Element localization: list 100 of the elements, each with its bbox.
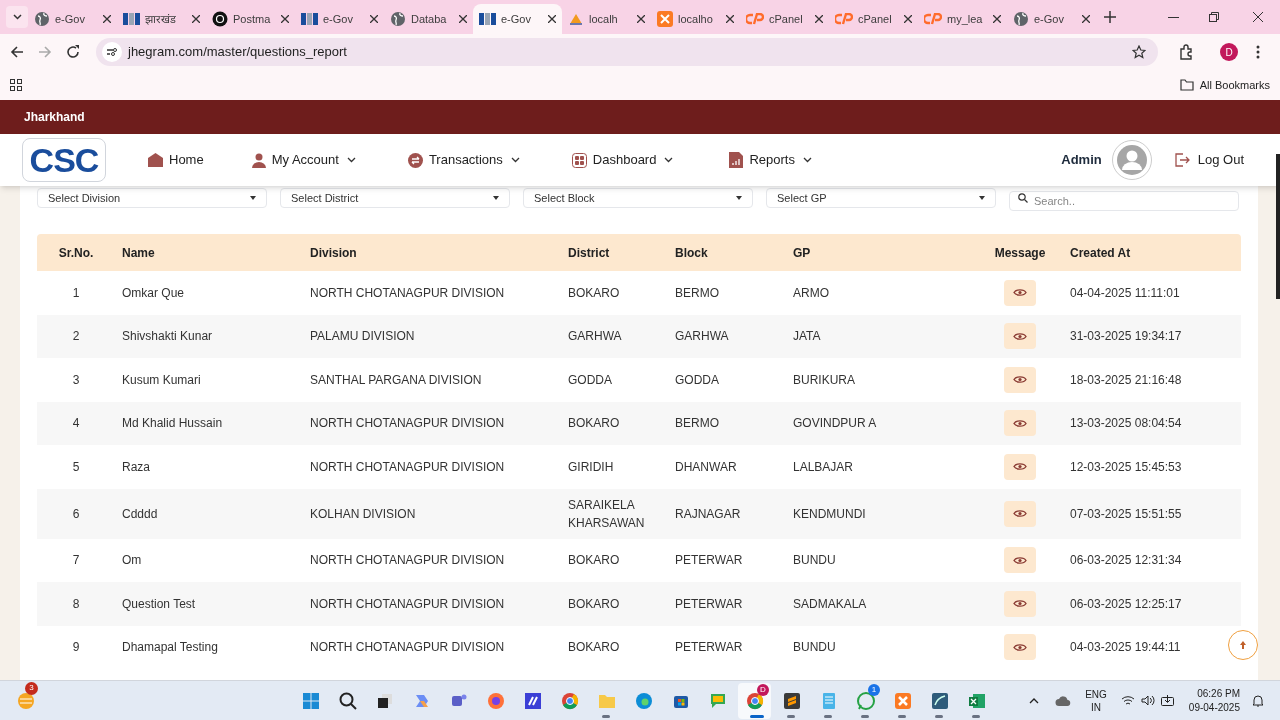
taskbar-app[interactable]: 1 [849, 682, 882, 719]
close-icon[interactable] [993, 15, 1001, 23]
language-text[interactable]: ENG [1085, 687, 1107, 701]
table-cell: Md Khalid Hussain [122, 416, 223, 431]
table-cell: 12-03-2025 15:45:53 [1070, 459, 1182, 474]
close-icon[interactable] [281, 15, 289, 23]
profile-avatar[interactable]: D [1220, 43, 1238, 61]
eye-icon [1013, 288, 1027, 298]
browser-tab[interactable]: e-Gov [1007, 4, 1096, 34]
reload-icon[interactable] [66, 45, 80, 59]
nav-link[interactable]: My Account [251, 150, 356, 170]
scrollbar-thumb[interactable] [1276, 154, 1280, 299]
clock-date[interactable]: 09-04-2025 [1188, 700, 1240, 715]
taskbar-app[interactable]: D [738, 682, 771, 719]
browser-tab[interactable]: e-Gov [473, 4, 562, 34]
table-cell: GODDA [675, 372, 719, 387]
view-message-button[interactable] [1004, 366, 1036, 393]
filter-dropdown[interactable]: Select Division [37, 188, 267, 208]
speaker-icon[interactable] [1140, 695, 1155, 706]
notification-badge: D [757, 683, 769, 696]
search-icon [1018, 193, 1028, 203]
nav-link[interactable]: Reports [729, 150, 812, 170]
eye-icon [1013, 375, 1027, 385]
restore-icon[interactable] [1209, 12, 1219, 22]
column-header: Name [122, 245, 155, 260]
clock-time[interactable]: 06:26 PM [1197, 686, 1240, 701]
close-icon[interactable] [103, 15, 111, 23]
table-cell: PALAMU DIVISION [310, 329, 415, 344]
all-bookmarks-link[interactable]: All Bookmarks [1199, 76, 1270, 94]
star-icon[interactable] [1132, 45, 1146, 59]
filter-dropdown[interactable]: Select District [280, 188, 510, 208]
view-message-button[interactable] [1004, 410, 1036, 437]
view-message-button[interactable] [1004, 590, 1036, 617]
view-message-button[interactable] [1004, 547, 1036, 574]
table-cell: 06-03-2025 12:25:17 [1070, 596, 1182, 611]
view-message-button[interactable] [1004, 634, 1036, 661]
browser-tab[interactable]: localh [562, 4, 651, 34]
csc-logo-icon [301, 13, 318, 25]
caret-icon [250, 196, 256, 200]
bell-icon[interactable] [1252, 694, 1264, 707]
view-message-button[interactable] [1004, 279, 1036, 306]
address-bar[interactable]: jhegram.com/master/questions_report [96, 38, 1158, 66]
close-icon[interactable] [459, 15, 467, 23]
browser-tab[interactable]: Postma [206, 4, 295, 34]
caret-icon [979, 196, 985, 200]
close-icon[interactable] [637, 15, 645, 23]
nav-link[interactable]: Home [148, 150, 204, 170]
column-header: Sr.No. [58, 245, 94, 260]
filter-dropdown[interactable]: Select GP [766, 188, 996, 208]
close-icon[interactable] [726, 15, 734, 23]
column-header: Division [310, 245, 357, 260]
browser-tab[interactable]: cPanel [740, 4, 829, 34]
wifi-icon[interactable] [1120, 695, 1135, 706]
extensions-icon[interactable] [1178, 44, 1194, 60]
browser-tab[interactable]: Databa [384, 4, 473, 34]
menu-icon[interactable] [1256, 45, 1260, 59]
chevron-up-icon[interactable] [1029, 697, 1040, 704]
apps-grid-icon[interactable] [10, 79, 22, 91]
cpanel-icon [746, 13, 764, 25]
search-field[interactable]: Search.. [1009, 191, 1239, 211]
view-message-button[interactable] [1004, 500, 1036, 527]
tab-title: झारखंड [145, 11, 177, 27]
site-settings-icon[interactable] [102, 42, 122, 62]
table-cell: BOKARO [568, 596, 620, 611]
back-icon[interactable] [10, 45, 24, 59]
table-cell: 04-03-2025 19:44:11 [1070, 640, 1181, 655]
postman-icon [212, 11, 228, 27]
close-icon[interactable] [370, 15, 378, 23]
browser-tab[interactable]: e-Gov [295, 4, 384, 34]
running-indicator [750, 714, 764, 718]
new-tab-icon[interactable] [1104, 11, 1116, 23]
browser-tab[interactable]: e-Gov [28, 4, 117, 34]
close-icon[interactable] [1082, 15, 1090, 23]
table-cell: 3 [72, 372, 80, 387]
filter-dropdown[interactable]: Select Block [523, 188, 753, 208]
view-message-button[interactable] [1004, 453, 1036, 480]
browser-tab[interactable]: झारखंड [117, 4, 206, 34]
table-cell: 13-03-2025 08:04:54 [1070, 416, 1182, 431]
nav-link[interactable]: Transactions [407, 150, 520, 170]
table-cell: 9 [72, 640, 80, 655]
tab-list-button[interactable] [6, 6, 28, 28]
logout-link[interactable]: Log Out [1173, 150, 1244, 170]
table-cell: Kusum Kumari [122, 372, 201, 387]
browser-tab[interactable]: localho [651, 4, 740, 34]
caret-icon [664, 157, 674, 163]
close-icon[interactable] [1253, 12, 1263, 22]
cloud-icon[interactable] [1055, 694, 1072, 707]
csc-logo[interactable]: CSC [22, 138, 106, 182]
globe-icon [34, 11, 50, 27]
nav-link[interactable]: Dashboard [571, 150, 674, 170]
close-icon[interactable] [815, 15, 823, 23]
close-icon[interactable] [192, 15, 200, 23]
view-message-button[interactable] [1004, 323, 1036, 350]
table-cell: NORTH CHOTANAGPUR DIVISION [310, 285, 505, 300]
close-icon[interactable] [904, 15, 912, 23]
close-icon[interactable] [548, 15, 556, 23]
region-text[interactable]: IN [1091, 700, 1101, 714]
browser-tab[interactable]: cPanel [829, 4, 918, 34]
table-cell: 4 [72, 416, 80, 431]
browser-tab[interactable]: my_lea [918, 4, 1007, 34]
